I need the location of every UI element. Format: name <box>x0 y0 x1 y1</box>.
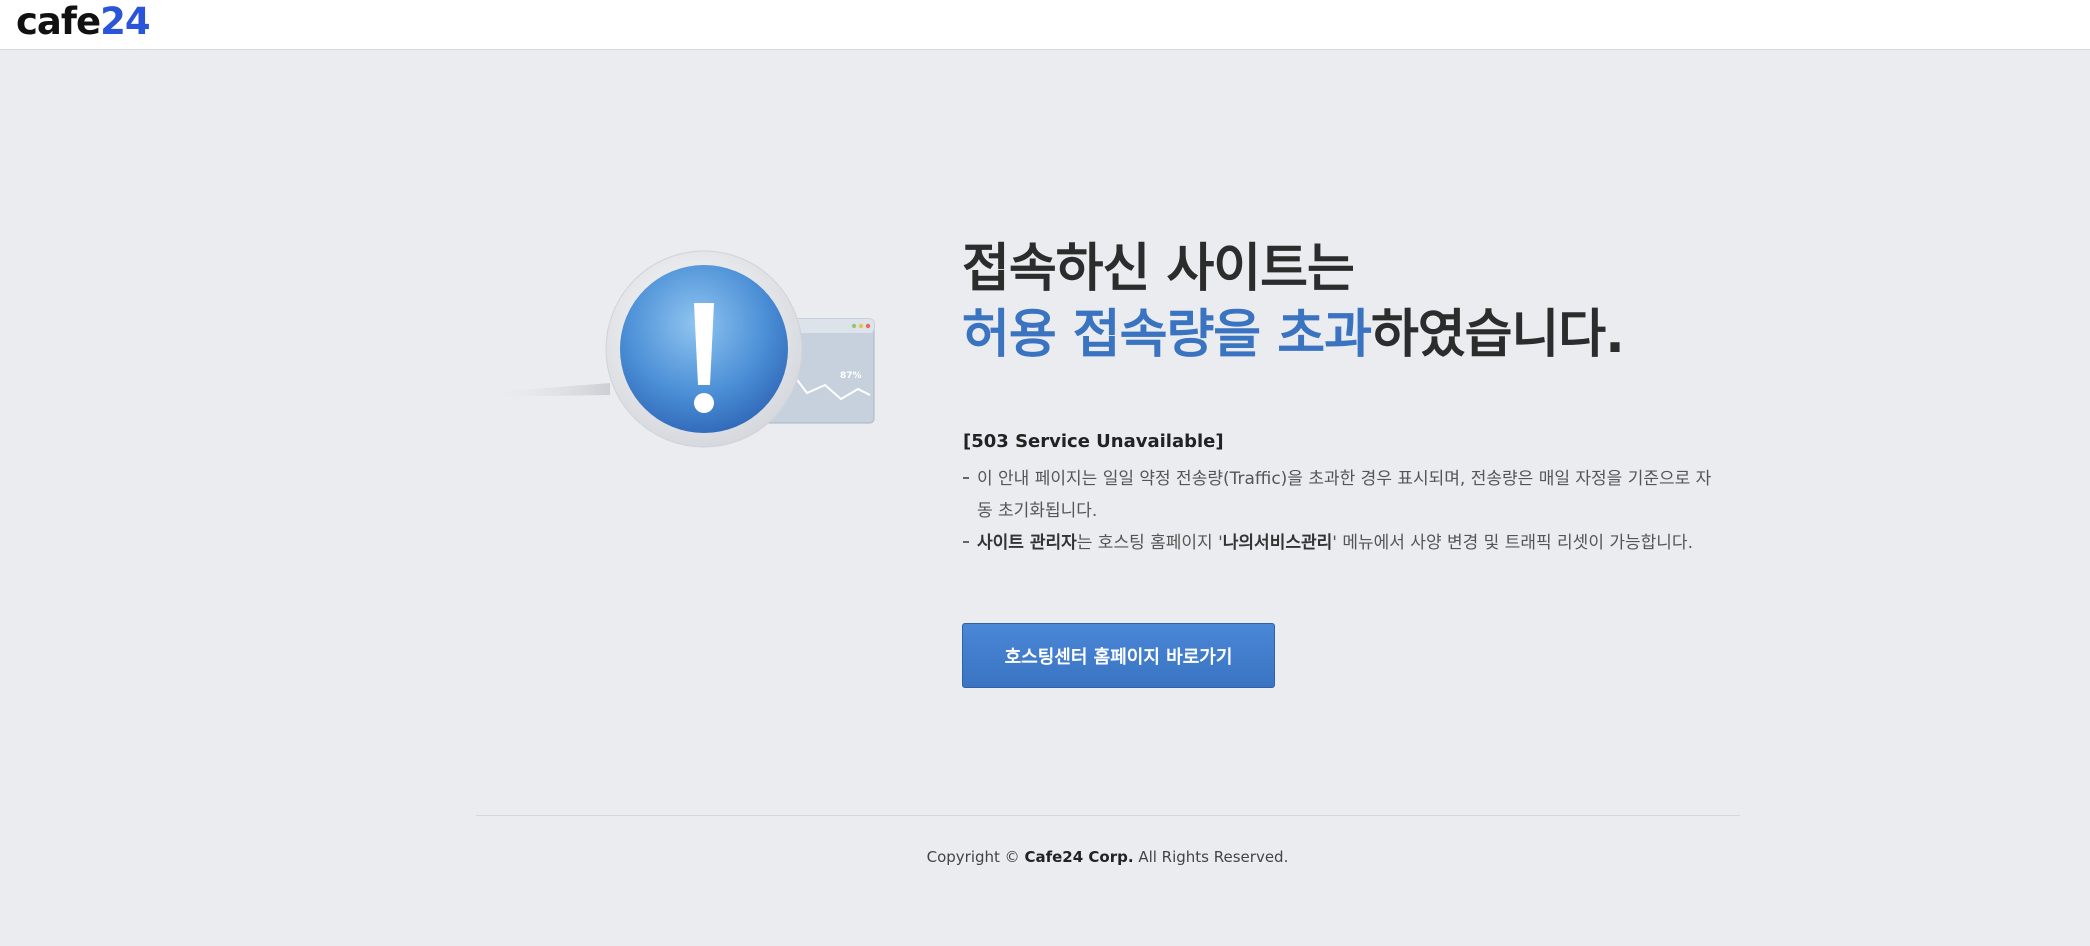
notice-item: 사이트 관리자는 호스팅 홈페이지 '나의서비스관리' 메뉴에서 사양 변경 및… <box>963 527 1723 559</box>
page-headline: 접속하신 사이트는 허용 접속량을 초과하였습니다. <box>962 239 1625 365</box>
warning-illustration: 87% <box>480 250 875 448</box>
cafe24-logo[interactable]: cafe24 <box>16 2 151 42</box>
chart-label: 87% <box>840 371 862 381</box>
copyright-footer: Copyright © Cafe24 Corp. All Rights Rese… <box>926 848 1289 866</box>
headline-highlight: 허용 접속량을 초과 <box>962 305 1372 365</box>
notice-list: 이 안내 페이지는 일일 약정 전송량(Traffic)을 초과한 경우 표시되… <box>963 463 1723 559</box>
notice-item: 이 안내 페이지는 일일 약정 전송량(Traffic)을 초과한 경우 표시되… <box>963 463 1723 527</box>
shadow-shape <box>480 383 610 397</box>
status-code-title: [503 Service Unavailable] <box>963 431 1224 452</box>
hosting-center-button[interactable]: 호스팅센터 홈페이지 바로가기 <box>962 623 1275 688</box>
footer-divider <box>476 815 1740 816</box>
top-header: cafe24 <box>0 0 2090 50</box>
